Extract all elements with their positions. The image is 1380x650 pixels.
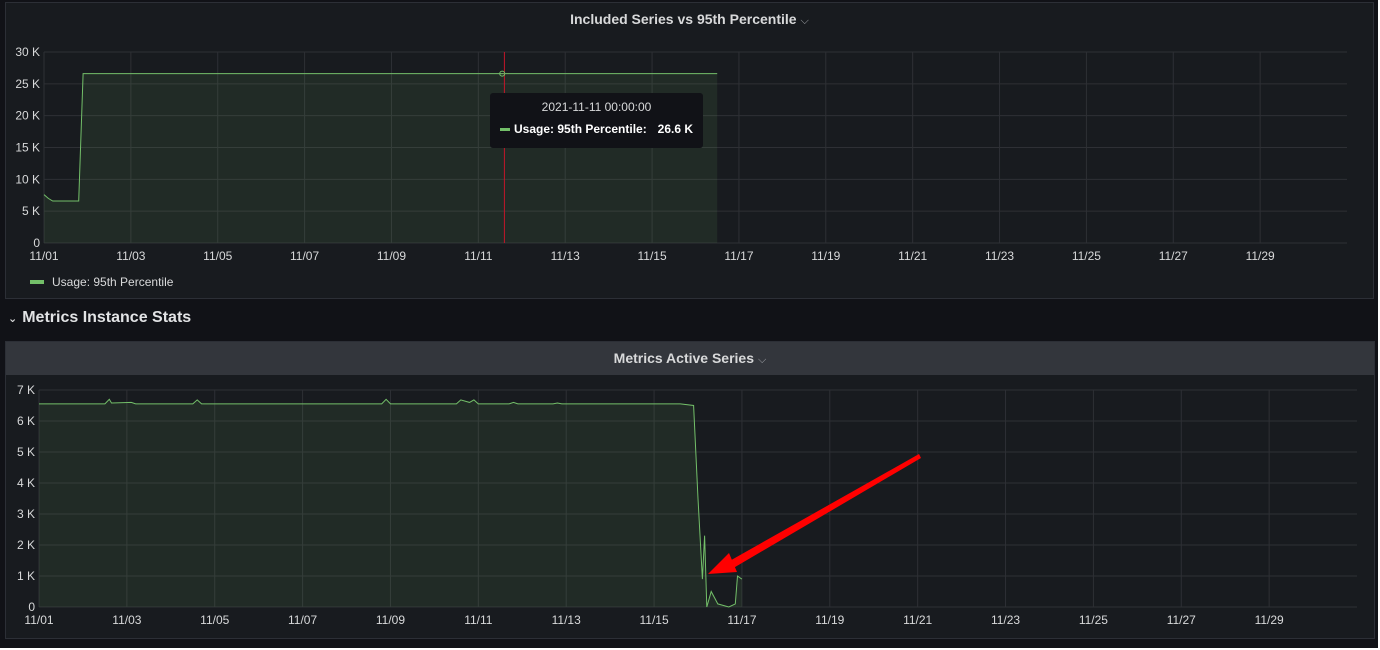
panel-included-series: Included Series vs 95th Percentile ⌵ Usag… bbox=[5, 2, 1374, 299]
tooltip-value: 26.6 K bbox=[657, 122, 693, 136]
row-header-metrics-instance-stats[interactable]: ⌄ Metrics Instance Stats bbox=[8, 307, 191, 329]
tooltip-swatch bbox=[500, 127, 510, 131]
legend-swatch bbox=[30, 280, 44, 284]
panel-header[interactable]: Included Series vs 95th Percentile ⌵ bbox=[6, 3, 1373, 36]
tooltip-time: 2021-11-11 00:00:00 bbox=[541, 100, 652, 114]
chevron-down-icon[interactable]: ⌄ bbox=[8, 313, 17, 325]
chevron-down-icon[interactable]: ⌵ bbox=[758, 354, 766, 366]
chevron-down-icon[interactable]: ⌵ bbox=[801, 15, 809, 27]
graph-tooltip: 2021-11-11 00:00:00 Usage: 95th Percenti… bbox=[490, 93, 703, 148]
legend-label: Usage: 95th Percentile bbox=[52, 275, 174, 289]
tooltip-series-label: Usage: 95th Percentile: bbox=[514, 122, 647, 136]
panel-title[interactable]: Included Series vs 95th Percentile bbox=[570, 11, 796, 27]
legend-item[interactable]: Usage: 95th Percentile bbox=[30, 275, 173, 289]
panel-title[interactable]: Metrics Active Series bbox=[614, 350, 754, 366]
panel-metrics-active-series: Metrics Active Series ⌵ bbox=[5, 341, 1375, 639]
row-title: Metrics Instance Stats bbox=[22, 309, 192, 326]
tooltip-row: Usage: 95th Percentile: 26.6 K bbox=[500, 122, 693, 136]
panel-header[interactable]: Metrics Active Series ⌵ bbox=[6, 342, 1374, 375]
